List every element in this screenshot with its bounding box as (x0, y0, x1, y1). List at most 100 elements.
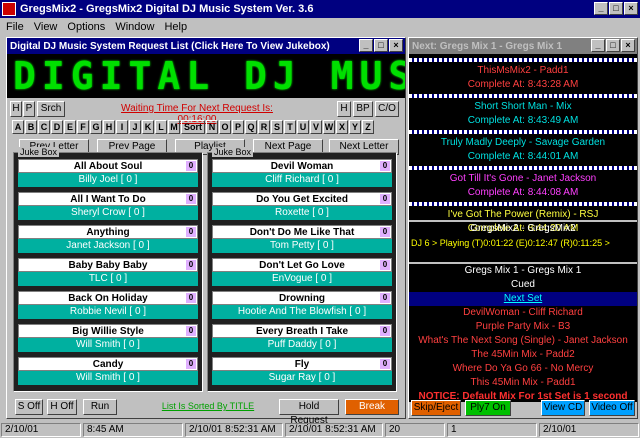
song-card[interactable]: Back On Holiday 0 Robbie Nevil [ 0 ] (18, 291, 198, 321)
close-button[interactable]: × (624, 2, 638, 15)
song-card[interactable]: Baby Baby Baby 0 TLC [ 0 ] (18, 258, 198, 288)
letter-button[interactable]: G (90, 120, 102, 134)
video-off-button[interactable]: Video Off (589, 400, 635, 416)
letter-button[interactable]: O (219, 120, 231, 134)
menubar: File View Options Window Help (0, 18, 640, 36)
search-button[interactable]: Srch (37, 101, 65, 117)
request-close-button[interactable]: × (389, 39, 403, 52)
queue-song[interactable]: ThisMsMix2 - Padd1 (409, 64, 637, 78)
letter-button[interactable]: A (12, 120, 24, 134)
song-card[interactable]: Fly 0 Sugar Ray [ 0 ] (212, 357, 392, 387)
set-list-item[interactable]: DevilWoman - Cliff Richard (409, 306, 637, 320)
queue-separator (409, 166, 637, 170)
letter-button[interactable]: H (103, 120, 115, 134)
set-list-item[interactable]: Purple Party Mix - B3 (409, 320, 637, 334)
letter-button[interactable]: I (116, 120, 128, 134)
letter-button[interactable]: W (323, 120, 335, 134)
song-card[interactable]: Candy 0 Will Smith [ 0 ] (18, 357, 198, 387)
queue-song[interactable]: I've Got The Power (Remix) - RSJ (409, 208, 637, 222)
h2-button[interactable]: H (337, 101, 351, 117)
menu-window[interactable]: Window (115, 21, 154, 33)
h-off-button[interactable]: H Off (47, 399, 77, 415)
request-minimize-button[interactable]: _ (359, 39, 373, 52)
maximize-button[interactable]: □ (609, 2, 623, 15)
request-maximize-button[interactable]: □ (374, 39, 388, 52)
letter-button[interactable]: Y (349, 120, 361, 134)
letter-button[interactable]: M (168, 120, 180, 134)
song-card[interactable]: Don't Do Me Like That 0 Tom Petty [ 0 ] (212, 225, 392, 255)
menu-view[interactable]: View (34, 21, 58, 33)
next-window-titlebar[interactable]: Next: Gregs Mix 1 - Gregs Mix 1 _ □ × (409, 38, 637, 54)
s-off-button[interactable]: S Off (15, 399, 43, 415)
song-card[interactable]: Do You Get Excited 0 Roxette [ 0 ] (212, 192, 392, 222)
set-list-item[interactable]: This 45Min Mix - Padd1 (409, 376, 637, 390)
play-count-badge: 0 (380, 260, 390, 270)
menu-options[interactable]: Options (67, 21, 105, 33)
queue-song[interactable]: Truly Madly Deeply - Savage Garden (409, 136, 637, 150)
song-card[interactable]: Every Breath I Take 0 Puff Daddy [ 0 ] (212, 324, 392, 354)
letter-button[interactable]: X (336, 120, 348, 134)
jukebox-right-label: Juke Box (212, 147, 254, 157)
letter-button[interactable]: F (77, 120, 89, 134)
co-button[interactable]: C/O (375, 101, 399, 117)
next-close-button[interactable]: × (621, 39, 635, 52)
queue-song[interactable]: Got Till It's Gone - Janet Jackson (409, 172, 637, 186)
letter-button[interactable]: R (258, 120, 270, 134)
song-title: Back On Holiday 0 (18, 291, 198, 305)
letter-button[interactable]: Z (362, 120, 374, 134)
status-bar: 2/10/01 8:45 AM 2/10/01 8:52:31 AM 2/10/… (0, 422, 640, 438)
letter-button[interactable]: V (310, 120, 322, 134)
letter-button[interactable]: N (206, 120, 218, 134)
view-cd-button[interactable]: View CD (541, 400, 585, 416)
break-button[interactable]: Break (345, 399, 399, 415)
letter-button[interactable]: Sort (181, 120, 205, 134)
next-set-item[interactable]: Next Set (409, 292, 637, 306)
song-card[interactable]: Devil Woman 0 Cliff Richard [ 0 ] (212, 159, 392, 189)
mix1-list: Gregs Mix 1 - Gregs Mix 1 Cued Next Set … (409, 264, 637, 402)
queue-separator (409, 94, 637, 98)
cued-label: Cued (511, 279, 535, 290)
next-minimize-button[interactable]: _ (591, 39, 605, 52)
play-count-badge: 0 (186, 227, 196, 237)
bp-button[interactable]: BP (353, 101, 373, 117)
song-card[interactable]: All About Soul 0 Billy Joel [ 0 ] (18, 159, 198, 189)
letter-button[interactable]: Q (245, 120, 257, 134)
set-list-item[interactable]: The 45Min Mix - Padd2 (409, 348, 637, 362)
letter-button[interactable]: K (142, 120, 154, 134)
song-card[interactable]: Anything 0 Janet Jackson [ 0 ] (18, 225, 198, 255)
play-count-badge: 0 (380, 227, 390, 237)
letter-button[interactable]: L (155, 120, 167, 134)
next-maximize-button[interactable]: □ (606, 39, 620, 52)
song-card[interactable]: All I Want To Do 0 Sheryl Crow [ 0 ] (18, 192, 198, 222)
request-window-titlebar[interactable]: Digital DJ Music System Request List (Cl… (7, 38, 405, 54)
letter-button[interactable]: E (64, 120, 76, 134)
request-window-title: Digital DJ Music System Request List (Cl… (10, 40, 330, 52)
skip-eject-button[interactable]: Skip/Eject (411, 400, 461, 416)
menu-file[interactable]: File (6, 21, 24, 33)
song-card[interactable]: Big Willie Style 0 Will Smith [ 0 ] (18, 324, 198, 354)
letter-button[interactable]: U (297, 120, 309, 134)
h-button[interactable]: H (10, 101, 22, 117)
letter-button[interactable]: T (284, 120, 296, 134)
status-time: 8:45 AM (83, 423, 183, 437)
minimize-button[interactable]: _ (594, 2, 608, 15)
letter-button[interactable]: B (25, 120, 37, 134)
song-card[interactable]: Don't Let Go Love 0 EnVogue [ 0 ] (212, 258, 392, 288)
letter-button[interactable]: S (271, 120, 283, 134)
set-list-item[interactable]: What's The Next Song (Single) - Janet Ja… (409, 334, 637, 348)
queue-complete-time: Complete At: 8:43:28 AM (467, 79, 579, 90)
letter-button[interactable]: D (51, 120, 63, 134)
letter-button[interactable]: P (232, 120, 244, 134)
hold-request-button[interactable]: Hold Request (279, 399, 339, 426)
run-button[interactable]: Run (83, 399, 117, 415)
queue-song[interactable]: Short Short Man - Mix (409, 100, 637, 114)
song-card[interactable]: Drowning 0 Hootie And The Blowfish [ 0 ] (212, 291, 392, 321)
set-list-item[interactable]: Where Do Ya Go 66 - No Mercy (409, 362, 637, 376)
letter-button[interactable]: C (38, 120, 50, 134)
play-toggle-button[interactable]: Ply7 On (465, 400, 511, 416)
song-title: Don't Let Go Love 0 (212, 258, 392, 272)
letter-button[interactable]: J (129, 120, 141, 134)
p-button[interactable]: P (23, 101, 35, 117)
menu-help[interactable]: Help (164, 21, 187, 33)
status-timestamp-1: 2/10/01 8:52:31 AM (185, 423, 283, 437)
